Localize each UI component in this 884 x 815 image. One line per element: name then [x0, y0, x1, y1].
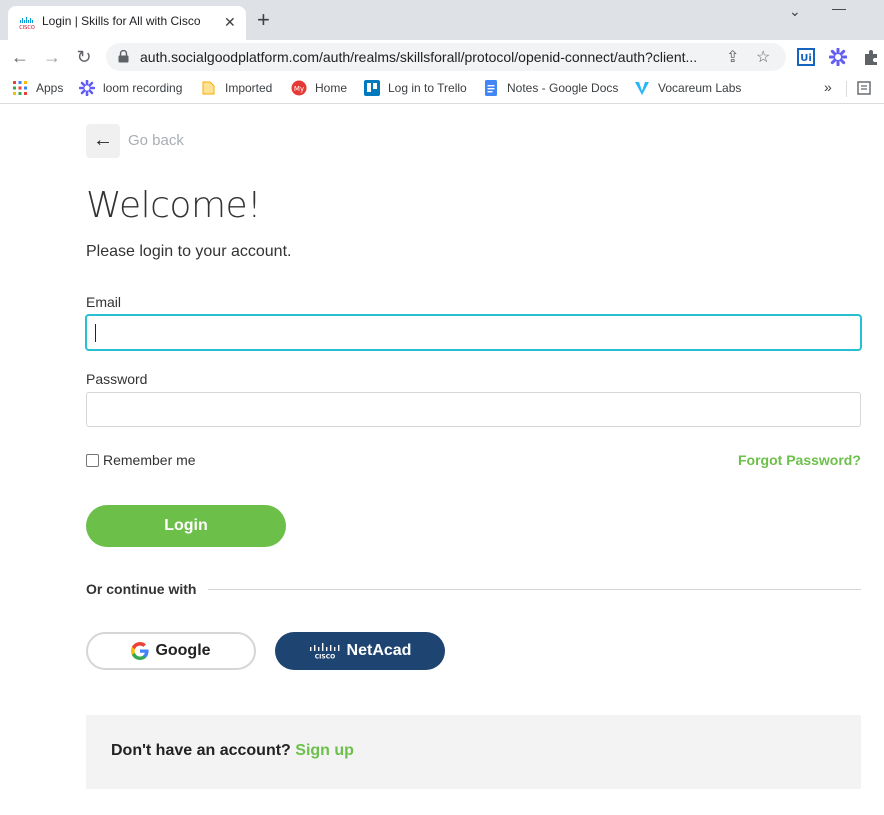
share-icon[interactable]: ⇪	[726, 47, 739, 67]
google-docs-icon	[485, 80, 497, 96]
bookmark-loom-recording[interactable]: loom recording	[79, 80, 182, 96]
email-label: Email	[86, 294, 122, 310]
login-page: ← Go back Welcome! Please login to your …	[0, 105, 884, 815]
trello-icon	[364, 80, 380, 96]
go-back-link[interactable]: Go back	[128, 132, 184, 149]
browser-tab[interactable]: CISCO Login | Skills for All with Cisco …	[8, 6, 246, 40]
bookmark-home[interactable]: My Home	[291, 80, 347, 96]
cisco-favicon-icon: CISCO	[19, 17, 35, 31]
continue-with-label: Or continue with	[86, 581, 197, 597]
svg-text:CISCO: CISCO	[19, 25, 35, 31]
forward-arrow-icon[interactable]: →	[40, 45, 64, 69]
bookmark-label: Apps	[36, 81, 64, 95]
address-bar[interactable]: auth.socialgoodplatform.com/auth/realms/…	[106, 43, 786, 71]
cisco-logo-icon: CISCO	[309, 643, 339, 661]
browser-toolbar: ← → ↻ auth.socialgoodplatform.com/auth/r…	[0, 40, 884, 74]
bookmark-google-docs[interactable]: Notes - Google Docs	[483, 80, 618, 96]
netacad-button-label: NetAcad	[346, 642, 412, 659]
svg-text:CISCO: CISCO	[314, 654, 334, 661]
bookmark-imported[interactable]: Imported	[201, 80, 272, 96]
vocareum-icon	[635, 82, 649, 95]
home-icon: My	[291, 80, 307, 96]
sign-up-link[interactable]: Sign up	[295, 742, 354, 759]
bookmark-star-icon[interactable]: ☆	[756, 47, 770, 67]
password-label: Password	[86, 371, 148, 387]
netacad-login-button[interactable]: CISCO NetAcad	[275, 632, 445, 670]
bookmark-vocareum[interactable]: Vocareum Labs	[634, 80, 741, 96]
text-caret	[95, 324, 96, 342]
remember-me-checkbox[interactable]	[86, 453, 99, 467]
page-title: Welcome!	[86, 185, 262, 226]
reload-icon[interactable]: ↻	[72, 45, 96, 69]
google-login-button[interactable]: Google	[86, 632, 256, 670]
bookmark-label: Vocareum Labs	[658, 81, 742, 95]
google-button-label: Google	[155, 642, 211, 659]
reading-list-icon[interactable]	[857, 80, 871, 96]
bookmarks-bar: Apps loom recording Imported My Home Log…	[0, 74, 884, 104]
no-account-text: Don't have an account?	[111, 742, 291, 759]
forgot-password-link[interactable]: Forgot Password?	[738, 452, 861, 468]
close-tab-icon[interactable]: ✕	[224, 14, 236, 30]
bookmark-label: Notes - Google Docs	[507, 81, 619, 95]
extensions-puzzle-icon[interactable]	[862, 48, 880, 66]
browser-tab-strip: CISCO Login | Skills for All with Cisco …	[0, 0, 884, 40]
signup-prompt: Don't have an account? Sign up	[111, 742, 354, 760]
bookmark-label: loom recording	[103, 81, 183, 95]
login-button[interactable]: Login	[86, 505, 286, 547]
loom-extension-icon[interactable]	[829, 48, 847, 66]
url-text: auth.socialgoodplatform.com/auth/realms/…	[140, 49, 698, 65]
signup-banner: Don't have an account? Sign up	[86, 715, 861, 789]
tab-title: Login | Skills for All with Cisco	[42, 14, 201, 28]
divider	[208, 589, 861, 590]
svg-text:Ui: Ui	[800, 53, 812, 64]
lock-icon	[118, 50, 129, 63]
new-tab-icon[interactable]: +	[257, 9, 270, 31]
bookmark-trello[interactable]: Log in to Trello	[364, 80, 467, 96]
loom-icon	[79, 80, 95, 96]
svg-text:My: My	[294, 85, 304, 93]
remember-me[interactable]: Remember me	[86, 452, 196, 468]
bookmark-label: Log in to Trello	[388, 81, 467, 95]
arrow-left-icon: ←	[93, 129, 113, 151]
bookmark-label: Home	[315, 81, 348, 95]
divider	[846, 81, 847, 97]
window-minimize-icon[interactable]: —	[832, 0, 846, 16]
tab-search-chevron-icon[interactable]: ⌄	[789, 3, 801, 20]
go-back-button[interactable]: ←	[86, 124, 120, 158]
remember-me-label: Remember me	[103, 452, 196, 468]
bookmark-label: Imported	[225, 81, 273, 95]
uipath-extension-icon[interactable]: Ui	[797, 48, 815, 66]
folder-icon	[202, 81, 215, 95]
apps-grid-icon	[13, 81, 27, 95]
bookmark-apps[interactable]: Apps	[12, 80, 63, 96]
email-field[interactable]	[86, 315, 861, 350]
bookmarks-overflow-icon[interactable]: »	[824, 79, 832, 95]
page-subtitle: Please login to your account.	[86, 243, 292, 260]
back-arrow-icon[interactable]: ←	[8, 45, 32, 69]
google-logo-icon	[131, 642, 150, 660]
password-field[interactable]	[86, 392, 861, 427]
